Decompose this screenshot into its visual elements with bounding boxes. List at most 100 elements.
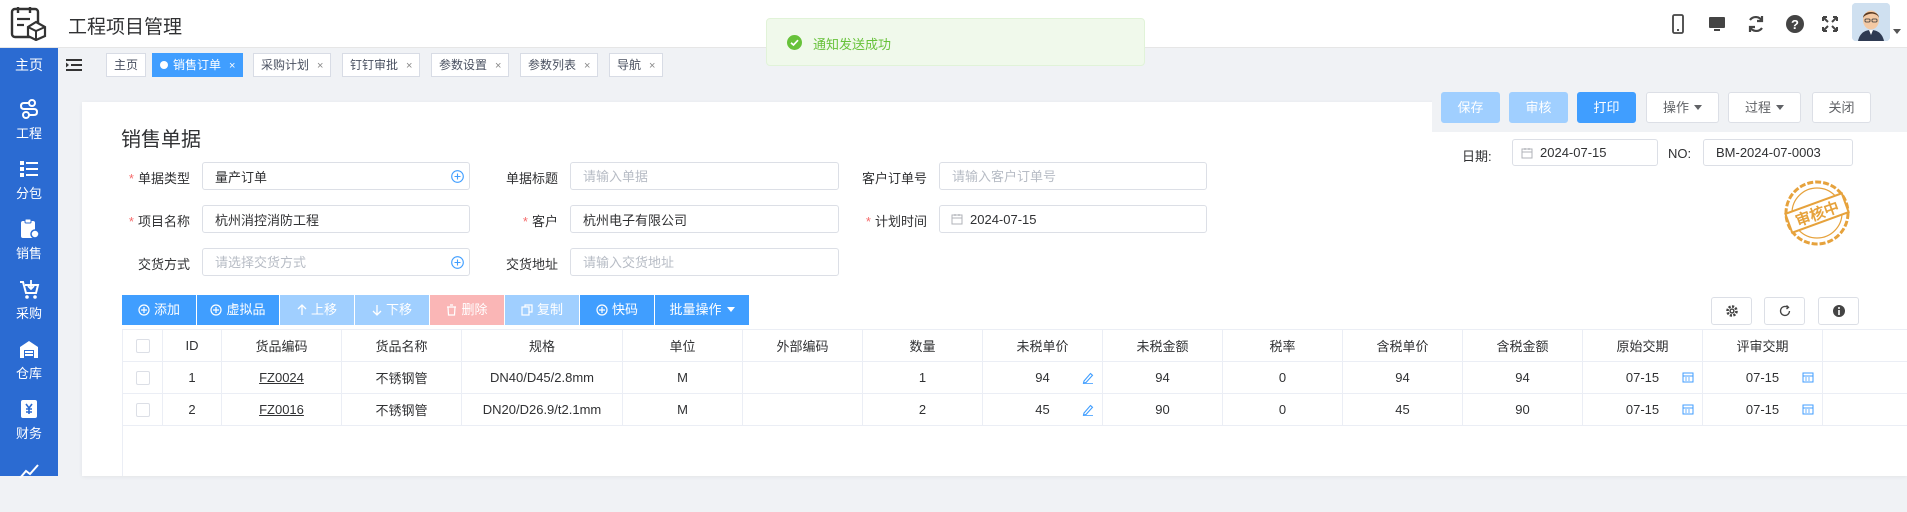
active-dot-icon	[160, 61, 168, 69]
finance-icon	[18, 398, 40, 420]
customer-order-input[interactable]	[939, 162, 1207, 190]
cell-ext-code[interactable]	[743, 362, 863, 394]
tab-navigation[interactable]: 导航×	[609, 53, 663, 77]
move-down-button[interactable]: 下移	[355, 295, 429, 325]
close-icon[interactable]: ×	[649, 60, 655, 72]
cell-review-date[interactable]: 07-15	[1703, 362, 1823, 394]
delete-button[interactable]: 删除	[430, 295, 504, 325]
sidebar-item-project[interactable]: 工程	[0, 90, 58, 150]
help-icon[interactable]: ?	[1783, 12, 1807, 36]
mobile-icon[interactable]	[1666, 12, 1690, 36]
add-row-button[interactable]: 添加	[122, 295, 196, 325]
table-header-row: ID 货品编码 货品名称 规格 单位 外部编码 数量 未税单价 未税金额 税率 …	[123, 330, 1907, 362]
tab-param-list[interactable]: 参数列表 ×	[520, 53, 598, 77]
item-code-link[interactable]: FZ0024	[259, 370, 304, 385]
calendar-icon[interactable]	[1682, 371, 1694, 383]
tab-label: 销售订单	[173, 58, 221, 72]
chart-icon	[18, 460, 40, 482]
sidebar-item-subcontract[interactable]: 分包	[0, 150, 58, 210]
date-label: 日期:	[1462, 146, 1492, 165]
add-virtual-button[interactable]: 虚拟品	[197, 295, 279, 325]
edit-pencil-icon[interactable]	[1082, 371, 1094, 384]
delivery-address-input[interactable]	[570, 248, 839, 276]
select-all-checkbox[interactable]	[123, 330, 163, 362]
row-checkbox[interactable]	[123, 362, 163, 394]
column-header: 规格	[462, 330, 623, 362]
table-row[interactable]: 1 FZ0024 不锈钢管 DN40/D45/2.8mm M 1 94 94 0…	[123, 362, 1907, 394]
trash-icon	[446, 304, 457, 316]
date-input[interactable]	[1512, 139, 1658, 166]
close-button[interactable]: 关闭	[1812, 92, 1871, 123]
cell-spec: DN40/D45/2.8mm	[462, 362, 623, 394]
quick-code-button[interactable]: 快码	[580, 295, 654, 325]
plan-time-input[interactable]	[939, 205, 1207, 233]
menu-collapse-icon[interactable]	[66, 57, 82, 73]
cell-price[interactable]: 94	[983, 362, 1103, 394]
monitor-icon[interactable]	[1705, 12, 1729, 36]
tab-label: 参数列表	[528, 58, 576, 72]
cell-tax-amount: 94	[1463, 362, 1583, 394]
avatar[interactable]	[1852, 3, 1890, 41]
cell-id: 1	[163, 362, 222, 394]
sidebar-item-report[interactable]	[0, 452, 58, 512]
process-dropdown[interactable]: 过程	[1728, 92, 1801, 123]
add-circle-icon[interactable]	[451, 256, 464, 269]
doc-type-select[interactable]	[202, 162, 470, 190]
table-empty-area	[122, 402, 1907, 476]
toast-message: 通知发送成功	[813, 34, 891, 53]
tab-home[interactable]: 主页	[106, 53, 146, 77]
chevron-down-icon	[1776, 105, 1784, 110]
close-icon[interactable]: ×	[406, 60, 412, 72]
tab-param-settings[interactable]: 参数设置×	[431, 53, 509, 77]
plus-circle-icon	[596, 304, 608, 316]
add-circle-icon[interactable]	[451, 170, 464, 183]
sidebar-item-sales[interactable]: 销售	[0, 210, 58, 270]
cell-orig-date[interactable]: 07-15	[1583, 362, 1703, 394]
audit-stamp: 审核中	[1782, 178, 1852, 248]
reload-button[interactable]	[1764, 297, 1805, 325]
operate-dropdown[interactable]: 操作	[1646, 92, 1719, 123]
close-icon[interactable]: ×	[584, 60, 590, 72]
refresh-icon[interactable]	[1744, 12, 1768, 36]
sidebar-item-finance[interactable]: 财务	[0, 390, 58, 450]
sidebar-item-label: 工程	[0, 123, 58, 142]
tab-sales-order[interactable]: 销售订单 ×	[152, 53, 243, 77]
close-icon[interactable]: ×	[495, 60, 501, 72]
tab-purchase-plan[interactable]: 采购计划×	[253, 53, 331, 77]
customer-label: *客户	[492, 211, 558, 230]
close-icon[interactable]: ×	[317, 60, 323, 72]
settings-button[interactable]	[1711, 297, 1752, 325]
cell-code[interactable]: FZ0024	[222, 362, 342, 394]
user-menu-caret-icon[interactable]	[1893, 29, 1901, 34]
customer-input[interactable]	[570, 205, 839, 233]
required-mark: *	[129, 171, 134, 186]
doc-number-input[interactable]	[1703, 139, 1853, 166]
sidebar-item-purchase[interactable]: 采购	[0, 270, 58, 330]
column-header: 单位	[623, 330, 743, 362]
info-button[interactable]	[1818, 297, 1859, 325]
sidebar-item-label: 分包	[0, 183, 58, 202]
cell-qty[interactable]: 1	[863, 362, 983, 394]
column-header: 未税金额	[1103, 330, 1223, 362]
success-check-icon	[787, 35, 802, 50]
tab-dingtalk-approval[interactable]: 钉钉审批 ×	[342, 53, 420, 77]
save-button[interactable]: 保存	[1441, 92, 1500, 123]
audit-button[interactable]: 审核	[1509, 92, 1568, 123]
print-button[interactable]: 打印	[1577, 92, 1636, 123]
close-icon[interactable]: ×	[229, 60, 235, 72]
sidebar-item-home[interactable]: 主页	[0, 48, 58, 82]
tab-label: 钉钉审批	[350, 58, 398, 72]
fullscreen-icon[interactable]	[1818, 12, 1842, 36]
app-title: 工程项目管理	[68, 12, 182, 39]
doc-title-input[interactable]	[570, 162, 839, 190]
gear-icon	[1725, 304, 1739, 318]
plus-circle-icon	[138, 304, 150, 316]
sidebar-item-warehouse[interactable]: 仓库	[0, 330, 58, 390]
project-name-input[interactable]	[202, 205, 470, 233]
calendar-icon[interactable]	[1802, 371, 1814, 383]
move-up-button[interactable]: 上移	[280, 295, 354, 325]
chevron-down-icon	[727, 307, 735, 312]
copy-button[interactable]: 复制	[505, 295, 579, 325]
delivery-method-select[interactable]	[202, 248, 470, 276]
batch-operation-dropdown[interactable]: 批量操作	[655, 295, 749, 325]
